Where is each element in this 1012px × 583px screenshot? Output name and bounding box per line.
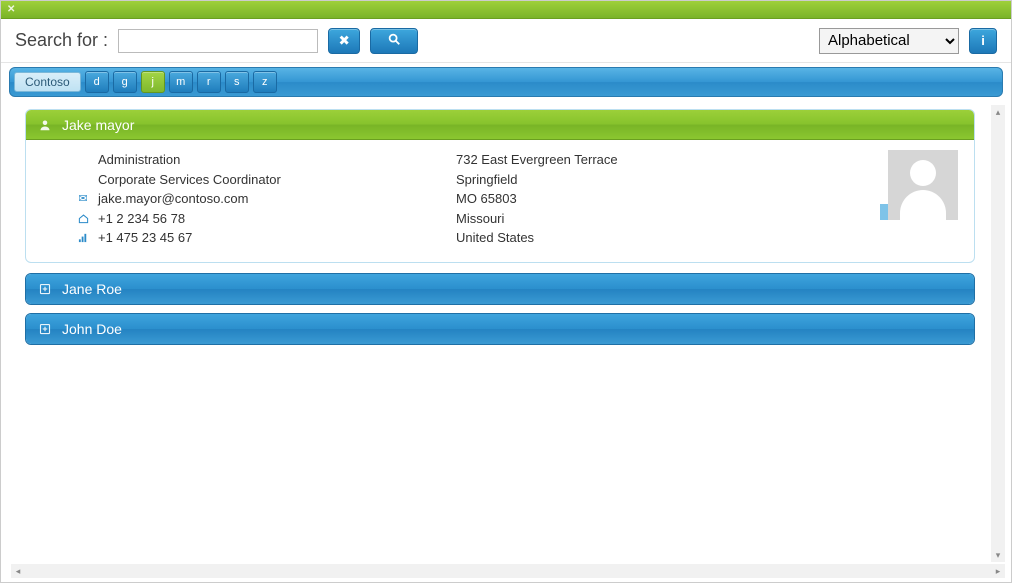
contact-header[interactable]: John Doe: [26, 314, 974, 344]
horizontal-scrollbar[interactable]: ◂ ▸: [11, 564, 1005, 578]
contact-card: Jake mayor Administration Corporate Serv…: [25, 109, 975, 263]
app-window: ✕ Search for : ✖ Alphabetical i Contoso …: [0, 0, 1012, 583]
contact-name: Jake mayor: [62, 117, 134, 133]
contact-col-mid: 732 East Evergreen Terrace Springfield M…: [456, 150, 838, 248]
vertical-scrollbar[interactable]: ▴ ▾: [991, 105, 1005, 562]
letter-tab-g[interactable]: g: [113, 71, 137, 93]
contact-phone-mobile: +1 475 23 45 67: [98, 228, 192, 248]
search-label: Search for :: [15, 30, 108, 51]
letter-tab-j[interactable]: j: [141, 71, 165, 93]
x-icon: ✖: [338, 33, 349, 49]
contact-col-left: Administration Corporate Services Coordi…: [76, 150, 456, 248]
window-titlebar: ✕: [1, 1, 1011, 19]
org-tab[interactable]: Contoso: [14, 72, 81, 92]
address-street: 732 East Evergreen Terrace: [456, 150, 618, 170]
contact-body: Administration Corporate Services Coordi…: [26, 140, 974, 262]
sort-select[interactable]: Alphabetical: [819, 28, 959, 54]
mail-icon: ✉: [76, 192, 90, 206]
info-button[interactable]: i: [969, 28, 997, 54]
expand-icon: [38, 282, 52, 296]
letter-tab-d[interactable]: d: [85, 71, 109, 93]
search-icon: [387, 32, 401, 49]
avatar: [888, 150, 958, 220]
tab-strip: Contoso d g j m r s z: [9, 67, 1003, 97]
contact-email: jake.mayor@contoso.com: [98, 189, 248, 209]
scroll-up-icon[interactable]: ▴: [991, 105, 1005, 119]
address-country: United States: [456, 228, 534, 248]
signal-icon: [76, 231, 90, 245]
contact-col-right: [838, 150, 958, 248]
contact-name: John Doe: [62, 321, 122, 337]
contact-name: Jane Roe: [62, 281, 122, 297]
letter-tab-r[interactable]: r: [197, 71, 221, 93]
content-area: Jake mayor Administration Corporate Serv…: [1, 97, 1011, 582]
address-postal: MO 65803: [456, 189, 517, 209]
scroll-left-icon[interactable]: ◂: [11, 564, 25, 578]
avatar-accent: [880, 204, 888, 220]
expand-icon: [38, 322, 52, 336]
home-icon: [76, 211, 90, 225]
letter-tab-s[interactable]: s: [225, 71, 249, 93]
contact-header[interactable]: Jane Roe: [26, 274, 974, 304]
contact-phone-home: +1 2 234 56 78: [98, 209, 185, 229]
clear-search-button[interactable]: ✖: [328, 28, 360, 54]
scroll-right-icon[interactable]: ▸: [991, 564, 1005, 578]
address-city: Springfield: [456, 170, 517, 190]
letter-tab-z[interactable]: z: [253, 71, 277, 93]
letter-tab-m[interactable]: m: [169, 71, 193, 93]
search-input[interactable]: [118, 29, 318, 53]
contact-title: Corporate Services Coordinator: [98, 170, 281, 190]
contact-card: John Doe: [25, 313, 975, 345]
contact-card: Jane Roe: [25, 273, 975, 305]
toolbar: Search for : ✖ Alphabetical i: [1, 19, 1011, 63]
close-icon[interactable]: ✕: [7, 4, 15, 15]
info-icon: i: [981, 33, 985, 48]
contact-department: Administration: [98, 150, 180, 170]
contact-header[interactable]: Jake mayor: [26, 110, 974, 140]
person-icon: [38, 118, 52, 132]
scroll-area: Jake mayor Administration Corporate Serv…: [11, 105, 989, 562]
scroll-down-icon[interactable]: ▾: [991, 548, 1005, 562]
search-button[interactable]: [370, 28, 418, 54]
address-state: Missouri: [456, 209, 504, 229]
